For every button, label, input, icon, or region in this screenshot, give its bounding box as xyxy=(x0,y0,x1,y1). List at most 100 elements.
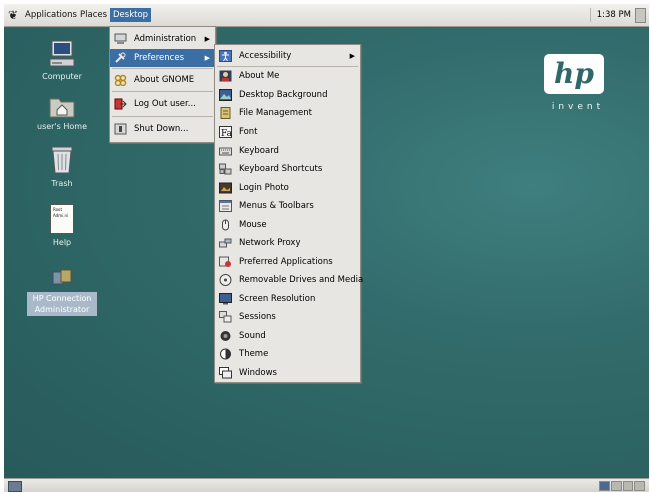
menu-separator xyxy=(112,91,213,92)
desktop-icon-label: HP Connection Administrator xyxy=(27,292,97,316)
menu-separator xyxy=(112,68,213,69)
workspace-switcher[interactable] xyxy=(599,481,645,491)
panel-applet-icon[interactable] xyxy=(635,8,646,23)
desktop-dropdown-menu: Administration ▶ Preferences ▶ About GNO… xyxy=(109,26,216,143)
menu-item-preferred-applications[interactable]: Preferred Applications xyxy=(215,253,360,271)
keyboard-icon xyxy=(219,147,232,156)
menu-item-label: Menus & Toolbars xyxy=(239,201,314,211)
menu-item-label: About GNOME xyxy=(134,75,195,85)
desktop-icon-label: Help xyxy=(52,238,72,247)
sessions-icon xyxy=(219,311,232,323)
submenu-arrow-icon: ▶ xyxy=(204,35,210,43)
menu-item-preferences[interactable]: Preferences ▶ xyxy=(110,49,215,67)
places-menu[interactable]: Places xyxy=(77,8,110,22)
gnome-foot-icon xyxy=(114,74,127,86)
menu-item-label: Network Proxy xyxy=(239,238,301,248)
screen-resolution-icon xyxy=(219,293,232,305)
keyboard-shortcuts-icon xyxy=(219,163,232,175)
home-folder-icon xyxy=(49,94,75,118)
menu-item-label: Desktop Background xyxy=(239,90,328,100)
removable-drives-icon xyxy=(219,274,232,286)
preferences-icon xyxy=(115,52,126,63)
menu-item-label: Mouse xyxy=(239,220,267,230)
hp-connection-icon xyxy=(51,268,73,288)
accessibility-icon xyxy=(219,50,232,62)
menu-item-label: Sound xyxy=(239,331,266,341)
help-document-icon: Root Admi.ni xyxy=(50,204,74,234)
menu-item-mouse[interactable]: Mouse xyxy=(215,216,360,234)
menu-item-label: Removable Drives and Media xyxy=(239,275,364,285)
menu-item-label: Accessibility xyxy=(239,51,292,61)
desktop-icon-label: user's Home xyxy=(37,122,87,131)
menu-separator xyxy=(112,116,213,117)
desktop-icon-home[interactable]: user's Home xyxy=(27,94,97,131)
trash-icon xyxy=(49,145,75,175)
network-proxy-icon xyxy=(219,238,232,248)
menu-item-administration[interactable]: Administration ▶ xyxy=(110,30,215,48)
desktop-icon-help[interactable]: Root Admi.ni Help xyxy=(27,204,97,247)
menu-item-network-proxy[interactable]: Network Proxy xyxy=(215,234,360,252)
windows-icon xyxy=(219,367,232,379)
menu-item-label: Shut Down... xyxy=(134,124,189,134)
applications-menu[interactable]: Applications xyxy=(22,8,80,22)
menu-item-theme[interactable]: Theme xyxy=(215,345,360,363)
menu-item-menus-toolbars[interactable]: Menus & Toolbars xyxy=(215,197,360,215)
menu-item-label: Screen Resolution xyxy=(239,294,316,304)
menu-item-file-management[interactable]: File Management xyxy=(215,104,360,122)
menu-item-label: Windows xyxy=(239,368,277,378)
menu-item-login-photo[interactable]: Login Photo xyxy=(215,179,360,197)
submenu-arrow-icon: ▶ xyxy=(349,52,355,60)
menu-item-keyboard-shortcuts[interactable]: Keyboard Shortcuts xyxy=(215,160,360,178)
menu-item-label: File Management xyxy=(239,108,312,118)
menu-item-label: Preferences xyxy=(134,53,184,63)
menu-item-sessions[interactable]: Sessions xyxy=(215,308,360,326)
menu-item-about-gnome[interactable]: About GNOME xyxy=(110,71,215,89)
menu-item-accessibility[interactable]: Accessibility ▶ xyxy=(215,47,360,65)
mouse-icon xyxy=(222,219,229,231)
menu-item-label: Keyboard xyxy=(239,146,279,156)
menu-item-label: Sessions xyxy=(239,312,276,322)
desktop-icon-label: Computer xyxy=(42,72,82,81)
hp-invent-tagline: invent xyxy=(551,102,605,112)
menu-item-about-me[interactable]: About Me xyxy=(215,67,360,85)
gnome-foot-icon[interactable]: ❦ xyxy=(8,8,22,22)
menu-item-windows[interactable]: Windows xyxy=(215,364,360,382)
menu-item-label: Keyboard Shortcuts xyxy=(239,164,323,174)
desktop-icon-trash[interactable]: Trash xyxy=(27,145,97,188)
font-icon: Fa xyxy=(219,126,232,138)
menu-item-label: Administration xyxy=(134,34,197,44)
menu-item-screen-resolution[interactable]: Screen Resolution xyxy=(215,290,360,308)
menu-item-log-out[interactable]: Log Out user... xyxy=(110,95,215,113)
administration-icon xyxy=(114,33,127,44)
menu-item-keyboard[interactable]: Keyboard xyxy=(215,142,360,160)
screen: ❦ Applications Places Desktop 1:38 PM Co… xyxy=(4,4,649,492)
desktop-icon-label: Trash xyxy=(51,179,73,188)
desktop-icon-hp-connection[interactable]: HP Connection Administrator xyxy=(27,268,97,316)
menu-item-sound[interactable]: Sound xyxy=(215,327,360,345)
preferred-applications-icon xyxy=(219,256,231,267)
preferences-submenu: Accessibility ▶ About Me Desktop Backgro… xyxy=(214,44,364,383)
workspace-2[interactable] xyxy=(610,481,622,491)
theme-icon xyxy=(220,348,231,360)
login-photo-icon xyxy=(219,182,232,194)
menu-item-removable-drives[interactable]: Removable Drives and Media xyxy=(215,271,364,289)
computer-icon xyxy=(49,40,75,68)
desktop-menu-button[interactable]: Desktop xyxy=(110,8,152,22)
hp-logo: hp xyxy=(544,54,604,94)
log-out-icon xyxy=(114,98,127,110)
clock[interactable]: 1:38 PM xyxy=(589,8,631,22)
desktop-background-icon xyxy=(219,89,232,101)
menu-item-desktop-background[interactable]: Desktop Background xyxy=(215,86,360,104)
svg-text:Fa: Fa xyxy=(221,129,232,138)
desktop-icon-computer[interactable]: Computer xyxy=(27,40,97,81)
menu-item-label: About Me xyxy=(239,71,280,81)
workspace-1[interactable] xyxy=(599,481,610,491)
shut-down-icon xyxy=(114,123,127,135)
workspace-3[interactable] xyxy=(622,481,634,491)
show-desktop-icon[interactable] xyxy=(8,481,22,492)
menu-item-font[interactable]: Fa Font xyxy=(215,123,360,141)
bottom-panel xyxy=(4,478,649,492)
menus-toolbars-icon xyxy=(219,200,232,212)
menu-item-shut-down[interactable]: Shut Down... xyxy=(110,120,215,138)
workspace-4[interactable] xyxy=(634,481,645,491)
